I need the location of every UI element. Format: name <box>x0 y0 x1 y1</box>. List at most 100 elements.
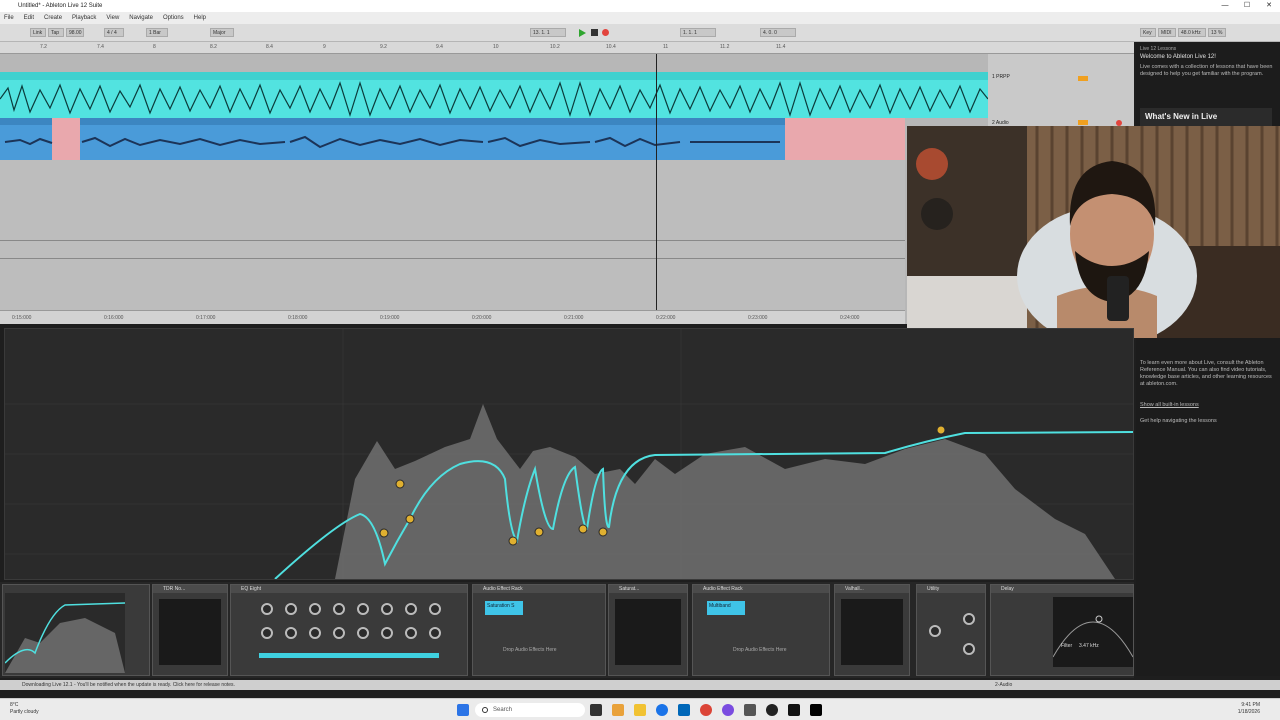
taskbar-clock[interactable]: 9:41 PM 1/18/2026 <box>1238 702 1260 716</box>
record-icon[interactable] <box>602 29 609 36</box>
menu-playback[interactable]: Playback <box>72 15 96 21</box>
tdr-nova-device[interactable]: TDR No... <box>152 584 228 676</box>
obs-icon[interactable] <box>766 704 778 716</box>
saturator-device[interactable]: Saturat... <box>608 584 688 676</box>
position-field[interactable]: 13. 1. 1 <box>530 28 566 37</box>
gain-knob[interactable] <box>963 613 975 625</box>
store-icon[interactable] <box>678 704 690 716</box>
delay-device[interactable]: Delay Filter 3.47 kHz <box>990 584 1134 676</box>
minimize-icon[interactable]: — <box>1214 0 1236 12</box>
freq-knob[interactable] <box>285 603 297 615</box>
play-icon[interactable] <box>579 29 586 37</box>
freq-knob[interactable] <box>405 603 417 615</box>
menu-help[interactable]: Help <box>194 15 206 21</box>
balance-knob[interactable] <box>963 643 975 655</box>
menu-create[interactable]: Create <box>44 15 62 21</box>
maximize-icon[interactable]: ☐ <box>1236 0 1258 12</box>
eq-eight-device[interactable]: EQ Eight <box>230 584 468 676</box>
audio-effect-rack-2[interactable]: Audio Effect Rack Multiband Drop Audio E… <box>692 584 830 676</box>
loop-length-field[interactable]: 4. 0. 0 <box>760 28 796 37</box>
eq-band-handle[interactable] <box>598 527 608 537</box>
drop-zone[interactable]: Drop Audio Effects Here <box>503 647 557 653</box>
gain-knob[interactable] <box>429 627 441 639</box>
ruler-mark: 9.4 <box>436 44 443 50</box>
loop-start-field[interactable]: 1. 1. 1 <box>680 28 716 37</box>
eq-curve-graph[interactable] <box>5 329 1134 580</box>
folder-icon[interactable] <box>634 704 646 716</box>
ableton-icon[interactable] <box>788 704 800 716</box>
eq-spectrum-display[interactable] <box>4 328 1134 580</box>
file-explorer-icon[interactable] <box>612 704 624 716</box>
meter-field[interactable]: 4 / 4 <box>104 28 124 37</box>
empty-lanes[interactable] <box>0 160 905 315</box>
eq-band-handle[interactable] <box>534 527 544 537</box>
track-1-clip[interactable] <box>0 72 989 118</box>
rack-chain-item[interactable]: Multiband <box>707 601 745 615</box>
weather-widget[interactable]: 8°C Partly cloudy <box>10 702 39 716</box>
track-1-activator[interactable] <box>1078 76 1088 81</box>
track-1-name[interactable]: 1 PRPP <box>992 74 1010 80</box>
width-knob[interactable] <box>929 625 941 637</box>
gain-knob[interactable] <box>381 627 393 639</box>
ableton-live-icon[interactable] <box>810 704 822 716</box>
status-message[interactable]: Downloading Live 12.1 - You'll be notifi… <box>22 682 235 688</box>
menu-edit[interactable]: Edit <box>24 15 34 21</box>
beat-ruler[interactable]: 7.2 7.4 8 8.2 8.4 9 9.2 9.4 10 10.2 10.4… <box>0 42 1134 54</box>
start-icon[interactable] <box>457 704 469 716</box>
ruler-mark: 11 <box>663 44 669 50</box>
stop-icon[interactable] <box>591 29 598 36</box>
drop-zone[interactable]: Drop Audio Effects Here <box>733 647 787 653</box>
close-icon[interactable]: ✕ <box>1258 0 1280 12</box>
valhalla-device[interactable]: Valhall... <box>834 584 910 676</box>
freq-knob[interactable] <box>429 603 441 615</box>
time-mark: 0:22:000 <box>656 315 676 321</box>
freq-knob[interactable] <box>309 603 321 615</box>
time-ruler[interactable]: 0:15:000 0:16:000 0:17:000 0:18:000 0:19… <box>0 310 905 324</box>
eq-band-handle[interactable] <box>379 528 389 538</box>
scale-select[interactable]: Major <box>210 28 234 37</box>
eq-band-handle[interactable] <box>395 479 405 489</box>
freq-knob[interactable] <box>381 603 393 615</box>
eq-band-handle[interactable] <box>578 524 588 534</box>
rack-chain-item[interactable]: Saturation S <box>485 601 523 615</box>
edge-icon[interactable] <box>656 704 668 716</box>
tempo-field[interactable]: 98.00 <box>66 28 84 37</box>
gain-knob[interactable] <box>285 627 297 639</box>
whats-new-button[interactable]: What's New in Live <box>1140 108 1272 126</box>
help-navigating-link[interactable]: Get help navigating the lessons <box>1140 418 1217 424</box>
quantization-select[interactable]: 1 Bar <box>146 28 168 37</box>
link-button[interactable]: Link <box>30 28 46 37</box>
menu-view[interactable]: View <box>106 15 119 21</box>
freq-knob[interactable] <box>261 603 273 615</box>
gain-knob[interactable] <box>333 627 345 639</box>
app-icon[interactable] <box>722 704 734 716</box>
taskbar-search[interactable]: Search <box>475 703 585 717</box>
gain-knob[interactable] <box>309 627 321 639</box>
clip-header <box>0 72 988 80</box>
midi-button[interactable]: MIDI <box>1158 28 1176 37</box>
menu-navigate[interactable]: Navigate <box>129 15 153 21</box>
gain-knob[interactable] <box>405 627 417 639</box>
eq-band-handle[interactable] <box>508 536 518 546</box>
show-all-lessons-link[interactable]: Show all built-in lessons <box>1140 402 1199 408</box>
eq-band-handle[interactable] <box>405 514 415 524</box>
audio-effect-rack-1[interactable]: Audio Effect Rack Saturation S Drop Audi… <box>472 584 606 676</box>
menu-file[interactable]: File <box>4 15 14 21</box>
delay-filter-display[interactable] <box>1053 597 1133 667</box>
track-2-clip[interactable] <box>0 118 905 160</box>
task-view-icon[interactable] <box>590 704 602 716</box>
gain-knob[interactable] <box>261 627 273 639</box>
freq-knob[interactable] <box>357 603 369 615</box>
track-2-activator[interactable] <box>1078 120 1088 125</box>
menu-options[interactable]: Options <box>163 15 184 21</box>
gain-knob[interactable] <box>357 627 369 639</box>
chrome-icon[interactable] <box>700 704 712 716</box>
key-button[interactable]: Key <box>1140 28 1156 37</box>
freq-knob[interactable] <box>333 603 345 615</box>
eq-band-handle[interactable] <box>936 425 946 435</box>
settings-icon[interactable] <box>744 704 756 716</box>
time-mark: 0:16:000 <box>104 315 124 321</box>
utility-device[interactable]: Utility <box>916 584 986 676</box>
band-toggle-row[interactable] <box>259 653 439 658</box>
tap-button[interactable]: Tap <box>48 28 64 37</box>
